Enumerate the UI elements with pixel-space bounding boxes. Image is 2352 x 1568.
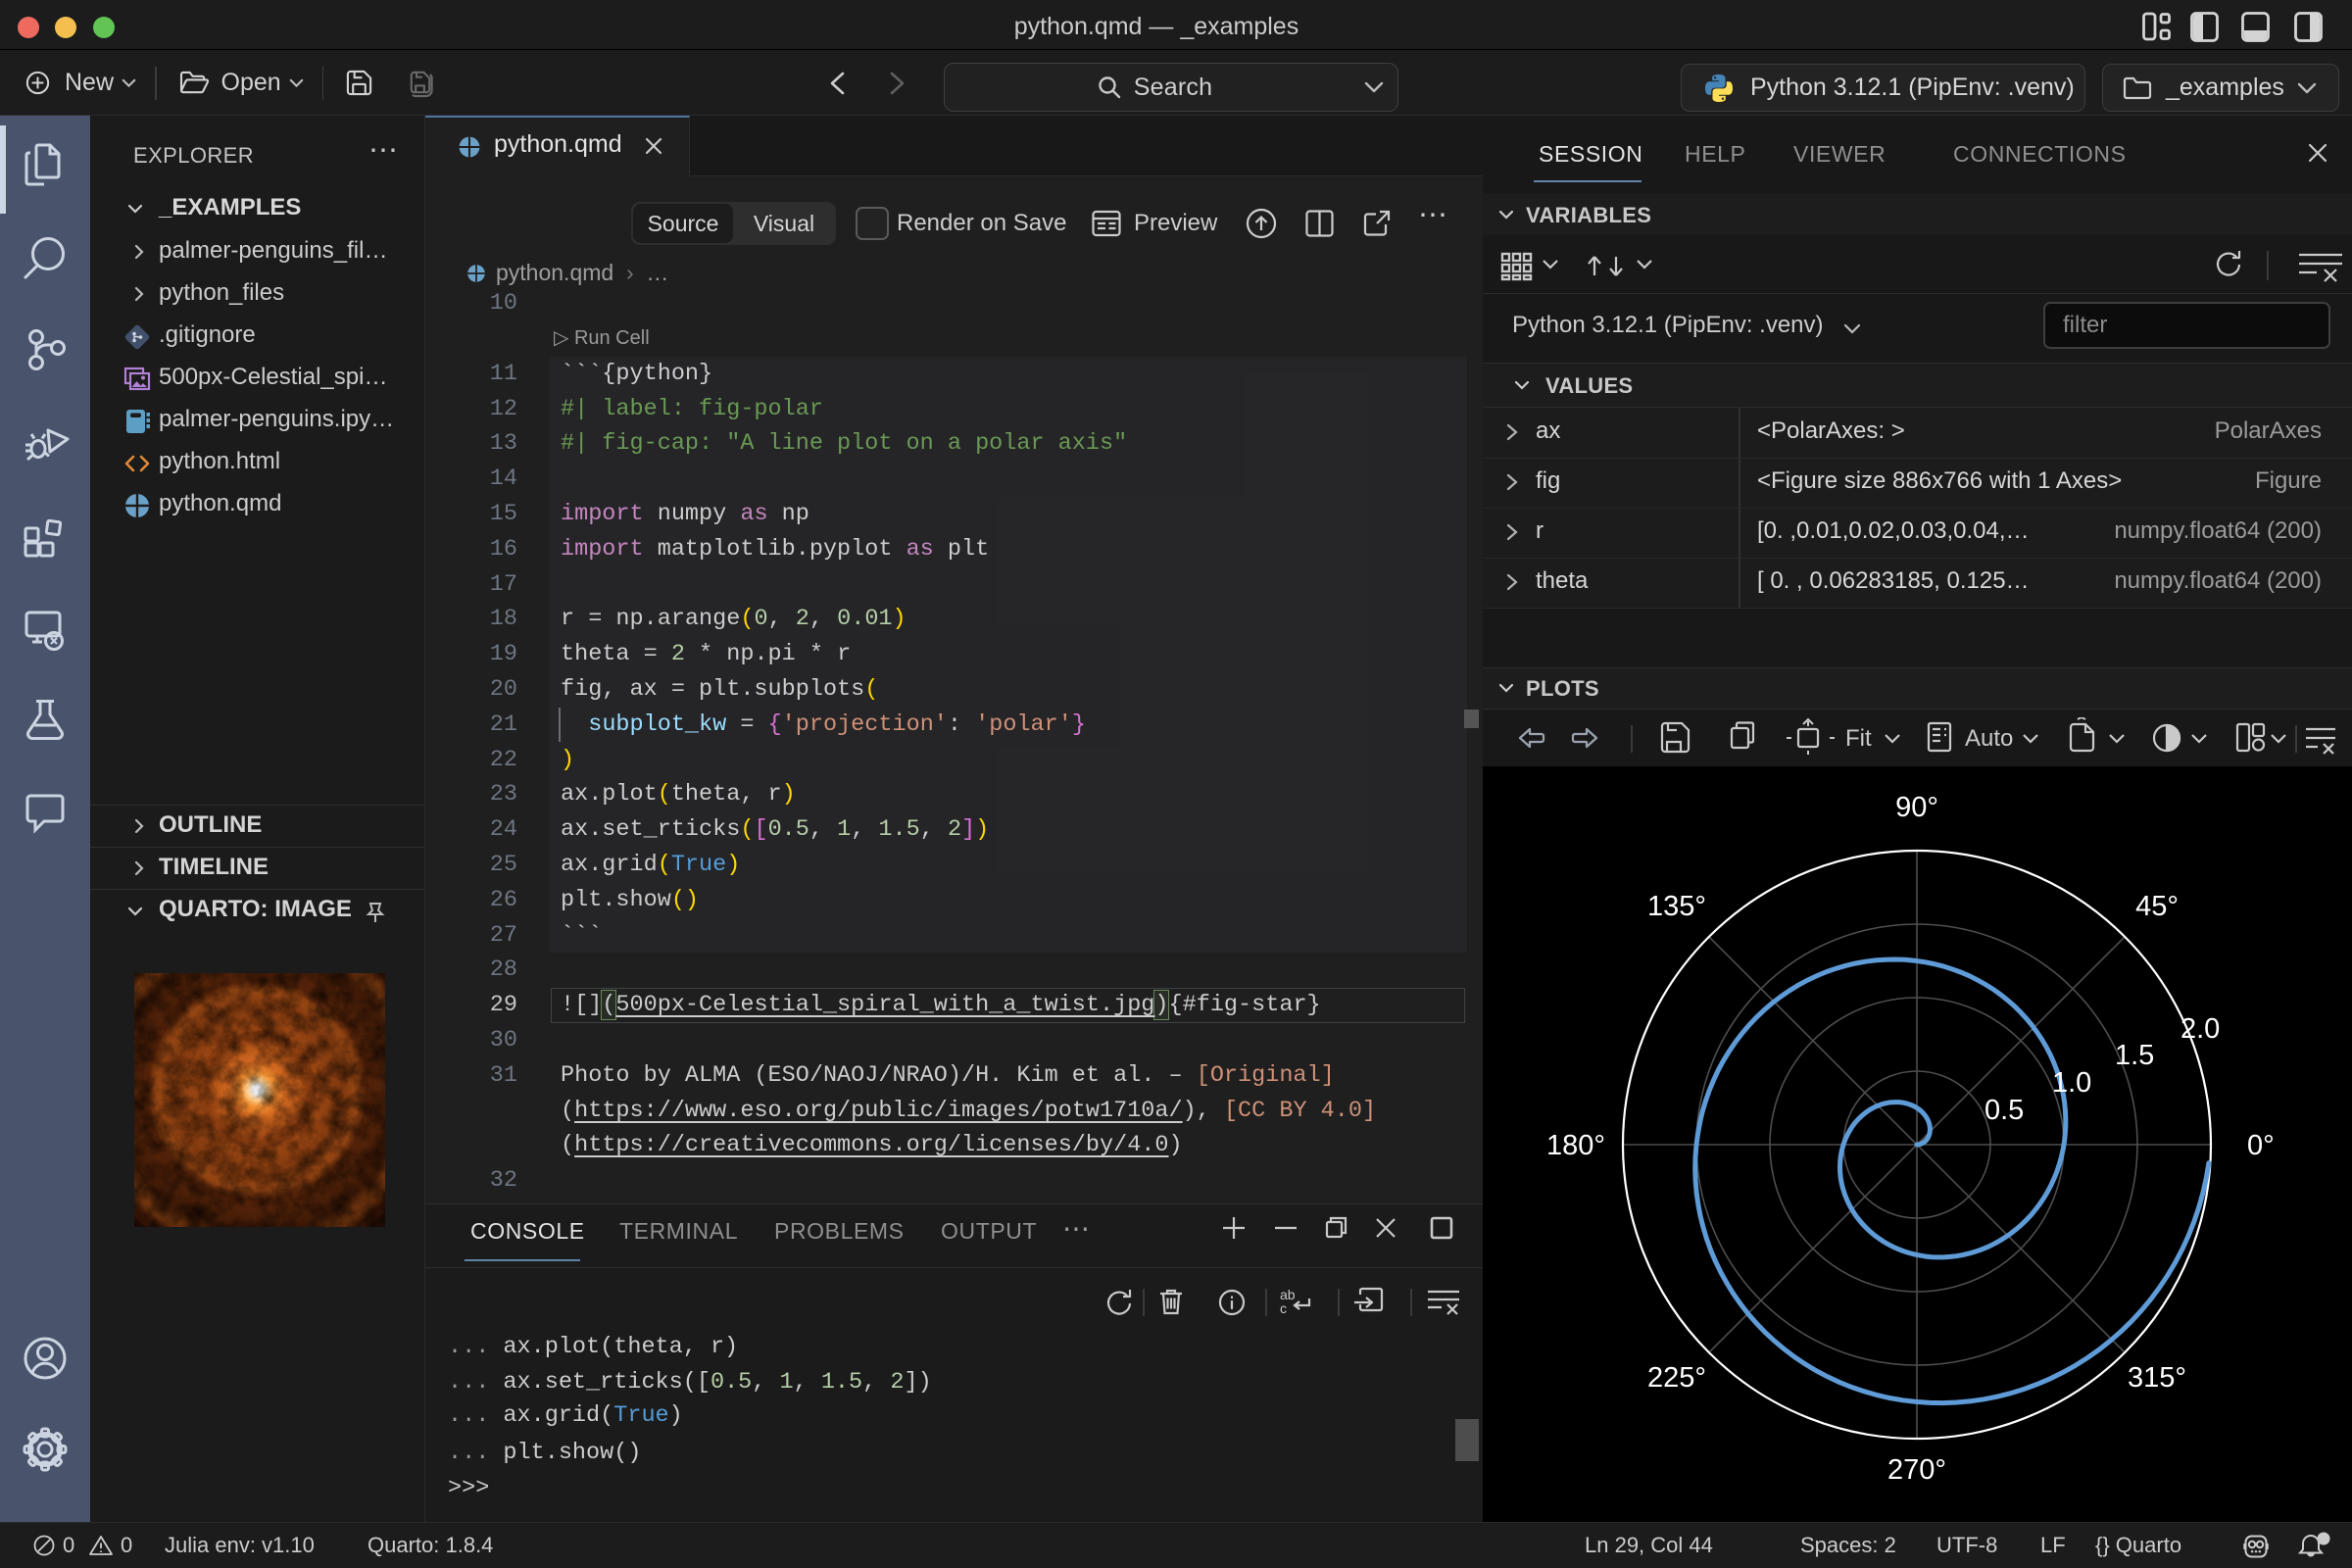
svg-text:0°: 0° — [2247, 1130, 2275, 1161]
svg-text:0.5: 0.5 — [1984, 1095, 2024, 1126]
svg-text:315°: 315° — [2128, 1362, 2186, 1394]
svg-text:Fit: Fit — [1845, 725, 1872, 752]
svg-text:180°: 180° — [1546, 1130, 1605, 1161]
svg-text:2.0: 2.0 — [2180, 1013, 2220, 1045]
svg-text:c: c — [1280, 1300, 1287, 1316]
svg-text:45°: 45° — [2135, 891, 2179, 922]
svg-text:270°: 270° — [1887, 1454, 1946, 1486]
svg-text:1.5: 1.5 — [2115, 1040, 2154, 1071]
svg-text:135°: 135° — [1647, 891, 1706, 922]
svg-text:1.0: 1.0 — [2052, 1067, 2091, 1099]
svg-text:Auto: Auto — [1965, 725, 2013, 752]
svg-text:225°: 225° — [1647, 1362, 1706, 1394]
svg-text:90°: 90° — [1895, 792, 1938, 823]
